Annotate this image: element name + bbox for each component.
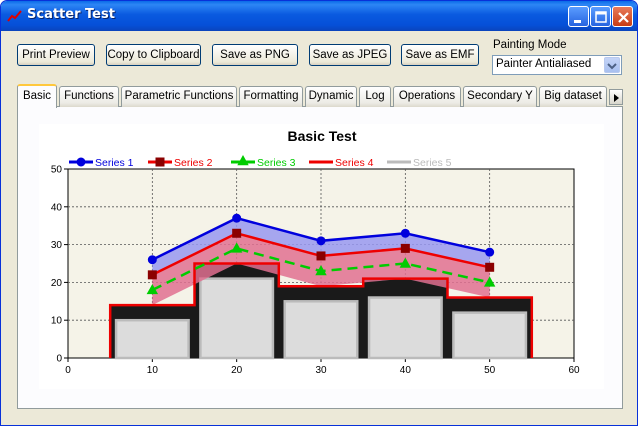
- series-2-point: [485, 262, 495, 272]
- tab-formatting[interactable]: Formatting: [239, 86, 303, 107]
- series-1-point: [485, 247, 495, 257]
- legend-marker: [155, 157, 165, 167]
- series-5-bar: [283, 300, 359, 360]
- legend-label: Series 1: [95, 157, 134, 169]
- series-2-point: [316, 251, 326, 261]
- x-tick-label: 0: [65, 365, 71, 376]
- window-title: Scatter Test: [27, 7, 115, 22]
- y-tick-label: 10: [51, 316, 63, 327]
- legend-label: Series 5: [413, 157, 452, 169]
- legend-label: Series 3: [257, 157, 296, 169]
- series-5-bar: [367, 296, 443, 360]
- series-5-bar: [199, 277, 275, 360]
- series-2-point: [400, 243, 410, 253]
- series-1-point: [232, 213, 242, 223]
- minimize-button[interactable]: [568, 6, 589, 27]
- y-tick-label: 20: [51, 278, 63, 289]
- tab-operations[interactable]: Operations: [393, 86, 461, 107]
- painting-mode-label: Painting Mode: [493, 39, 567, 51]
- tab-strip: Basic Functions Parametric Functions For…: [17, 84, 623, 108]
- close-icon: [618, 12, 629, 23]
- minimize-icon: [574, 20, 581, 23]
- chart-title: Basic Test: [288, 128, 357, 144]
- maximize-icon: [595, 11, 607, 23]
- x-tick-label: 10: [147, 365, 159, 376]
- legend-marker: [237, 155, 249, 166]
- x-tick-label: 20: [231, 365, 243, 376]
- print-preview-button[interactable]: Print Preview: [17, 44, 95, 66]
- copy-to-clipboard-button[interactable]: Copy to Clipboard: [106, 44, 201, 66]
- y-tick-label: 40: [51, 202, 63, 213]
- painting-mode-select[interactable]: Painter Antialiased: [492, 55, 622, 75]
- tab-dynamic[interactable]: Dynamic: [305, 86, 357, 107]
- title-bar[interactable]: Scatter Test: [1, 1, 637, 31]
- x-tick-label: 40: [400, 365, 412, 376]
- dropdown-arrow-button[interactable]: [604, 57, 620, 73]
- series-2-point: [147, 270, 157, 280]
- tab-big-dataset[interactable]: Big dataset: [539, 86, 607, 107]
- app-window: Scatter Test Print Preview Copy to Clipb…: [0, 0, 638, 426]
- y-tick-label: 30: [51, 240, 63, 251]
- close-button[interactable]: [612, 6, 633, 27]
- series-2-point: [232, 228, 242, 238]
- tab-log[interactable]: Log: [359, 86, 391, 107]
- y-tick-label: 0: [56, 354, 62, 365]
- arrow-right-icon: [614, 94, 619, 102]
- chevron-down-icon: [607, 63, 617, 70]
- series-1-point: [400, 228, 410, 238]
- series-5-bar: [114, 318, 190, 360]
- tab-functions[interactable]: Functions: [59, 86, 119, 107]
- tab-scroll-right-button[interactable]: [609, 89, 623, 105]
- save-emf-button[interactable]: Save as EMF: [401, 44, 479, 66]
- save-jpeg-button[interactable]: Save as JPEG: [309, 44, 391, 66]
- chart-area: Basic Test 0 10 20 30 40 50 60 0 10 20 30 40 50 Serie…: [39, 124, 604, 389]
- legend-label: Series 4: [335, 157, 374, 169]
- legend-marker: [76, 157, 86, 167]
- legend-label: Series 2: [174, 157, 213, 169]
- painting-mode-value: Painter Antialiased: [496, 58, 592, 70]
- x-tick-label: 30: [315, 365, 327, 376]
- maximize-button[interactable]: [590, 6, 611, 27]
- y-tick-label: 50: [51, 165, 63, 176]
- series-5-bar: [452, 311, 528, 360]
- tab-basic[interactable]: Basic: [17, 84, 57, 108]
- series-1-point: [147, 255, 157, 265]
- save-png-button[interactable]: Save as PNG: [212, 44, 298, 66]
- x-tick-label: 60: [568, 365, 580, 376]
- series-1-point: [316, 236, 326, 246]
- scatter-chart: Basic Test 0 10 20 30 40 50 60 0 10 20 30 40 50 Serie…: [51, 128, 580, 376]
- tab-parametric-functions[interactable]: Parametric Functions: [121, 86, 237, 107]
- tab-secondary-y[interactable]: Secondary Y: [463, 86, 537, 107]
- x-tick-label: 50: [484, 365, 496, 376]
- app-chart-icon: [7, 10, 22, 22]
